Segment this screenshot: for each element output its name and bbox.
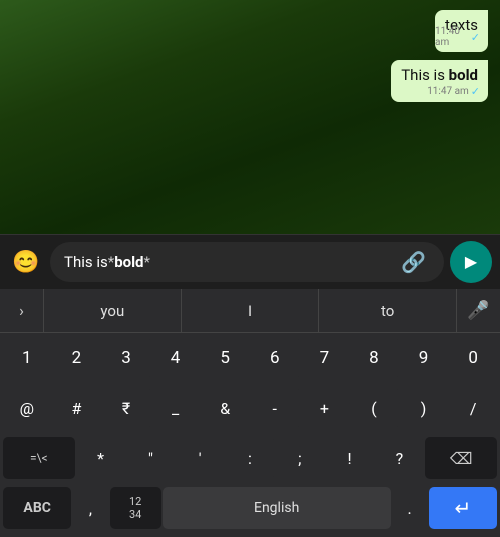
key-ampersand[interactable]: & [201,387,249,429]
key-plus[interactable]: + [301,387,349,429]
key-comma[interactable]: , [73,487,107,529]
key-doublequote[interactable]: " [127,437,175,479]
backspace-icon: ⌫ [450,449,473,468]
message-bubble-2: This is bold 11:47 am ✓ [391,60,488,102]
input-text-bold: bold [114,253,143,271]
emoji-button[interactable]: 😊 [8,244,44,280]
suggestion-to[interactable]: to [319,289,456,333]
suggestion-i[interactable]: I [182,289,320,333]
key-8[interactable]: 8 [350,337,398,379]
key-3[interactable]: 3 [102,337,150,379]
space-label: English [254,500,299,516]
send-button[interactable]: ▶ [450,241,492,283]
double-check-icon: ✓ [471,31,480,44]
message-2-prefix: This is [401,66,448,84]
number-row: 1 2 3 4 5 6 7 8 9 0 [0,333,500,383]
enter-key[interactable]: ↵ [429,487,497,529]
mic-icon: 🎤 [467,300,489,321]
key-4[interactable]: 4 [152,337,200,379]
chevron-right-icon: › [19,301,24,320]
chat-background: texts 11:40 am ✓ This is bold 11:47 am ✓ [0,0,500,234]
double-check-icon-2: ✓ [471,85,480,98]
key-semicolon[interactable]: ; [276,437,324,479]
key-hash[interactable]: # [53,387,101,429]
message-input-area: 😊 This is *bold* 🔗 ▶ [0,234,500,289]
message-bubble-1: texts 11:40 am ✓ [435,10,488,52]
send-icon: ▶ [465,252,477,272]
key-singlequote[interactable]: ' [176,437,224,479]
message-1-timestamp: 11:40 am ✓ [435,26,480,48]
message-2-text: This is bold [401,66,478,84]
key-period[interactable]: . [393,487,427,529]
input-text-normal: This is [64,253,108,271]
attach-button[interactable]: 🔗 [401,250,426,274]
space-key[interactable]: English [163,487,391,529]
key-9[interactable]: 9 [400,337,448,379]
key-close-paren[interactable]: ) [400,387,448,429]
key-symbols-toggle[interactable]: =\< [3,437,75,479]
key-colon[interactable]: : [226,437,274,479]
keyboard: › you I to 🎤 1 2 3 4 5 6 7 8 9 0 @ [0,289,500,537]
suggestion-you[interactable]: you [44,289,182,333]
message-2-timestamp: 11:47 am ✓ [427,85,480,98]
abc-label: ABC [23,500,51,516]
bottom-row: ABC , 12 34 English . ↵ [0,483,500,533]
key-rupee[interactable]: ₹ [102,387,150,429]
message-text-input[interactable]: This is *bold* 🔗 [50,242,444,282]
expand-suggestions-button[interactable]: › [0,289,44,333]
backspace-key[interactable]: ⌫ [425,437,497,479]
suggestions-list: you I to [44,289,456,333]
key-numpad[interactable]: 12 34 [110,487,161,529]
symbol-row-1: @ # ₹ _ & - + ( ) / [0,383,500,433]
key-asterisk[interactable]: * [77,437,125,479]
key-underscore[interactable]: _ [152,387,200,429]
key-exclaim[interactable]: ! [326,437,374,479]
mic-button[interactable]: 🎤 [456,289,500,333]
key-minus[interactable]: - [251,387,299,429]
key-2[interactable]: 2 [53,337,101,379]
key-open-paren[interactable]: ( [350,387,398,429]
symbol-row-2: =\< * " ' : ; ! ? ⌫ [0,433,500,483]
key-7[interactable]: 7 [301,337,349,379]
key-slash[interactable]: / [449,387,497,429]
key-at[interactable]: @ [3,387,51,429]
message-2-bold: bold [449,66,478,84]
key-1[interactable]: 1 [3,337,51,379]
key-5[interactable]: 5 [201,337,249,379]
asterisk-close: * [144,253,150,271]
suggestion-bar: › you I to 🎤 [0,289,500,333]
abc-key[interactable]: ABC [3,487,71,529]
enter-icon: ↵ [454,496,471,520]
key-0[interactable]: 0 [449,337,497,379]
key-question[interactable]: ? [375,437,423,479]
key-6[interactable]: 6 [251,337,299,379]
